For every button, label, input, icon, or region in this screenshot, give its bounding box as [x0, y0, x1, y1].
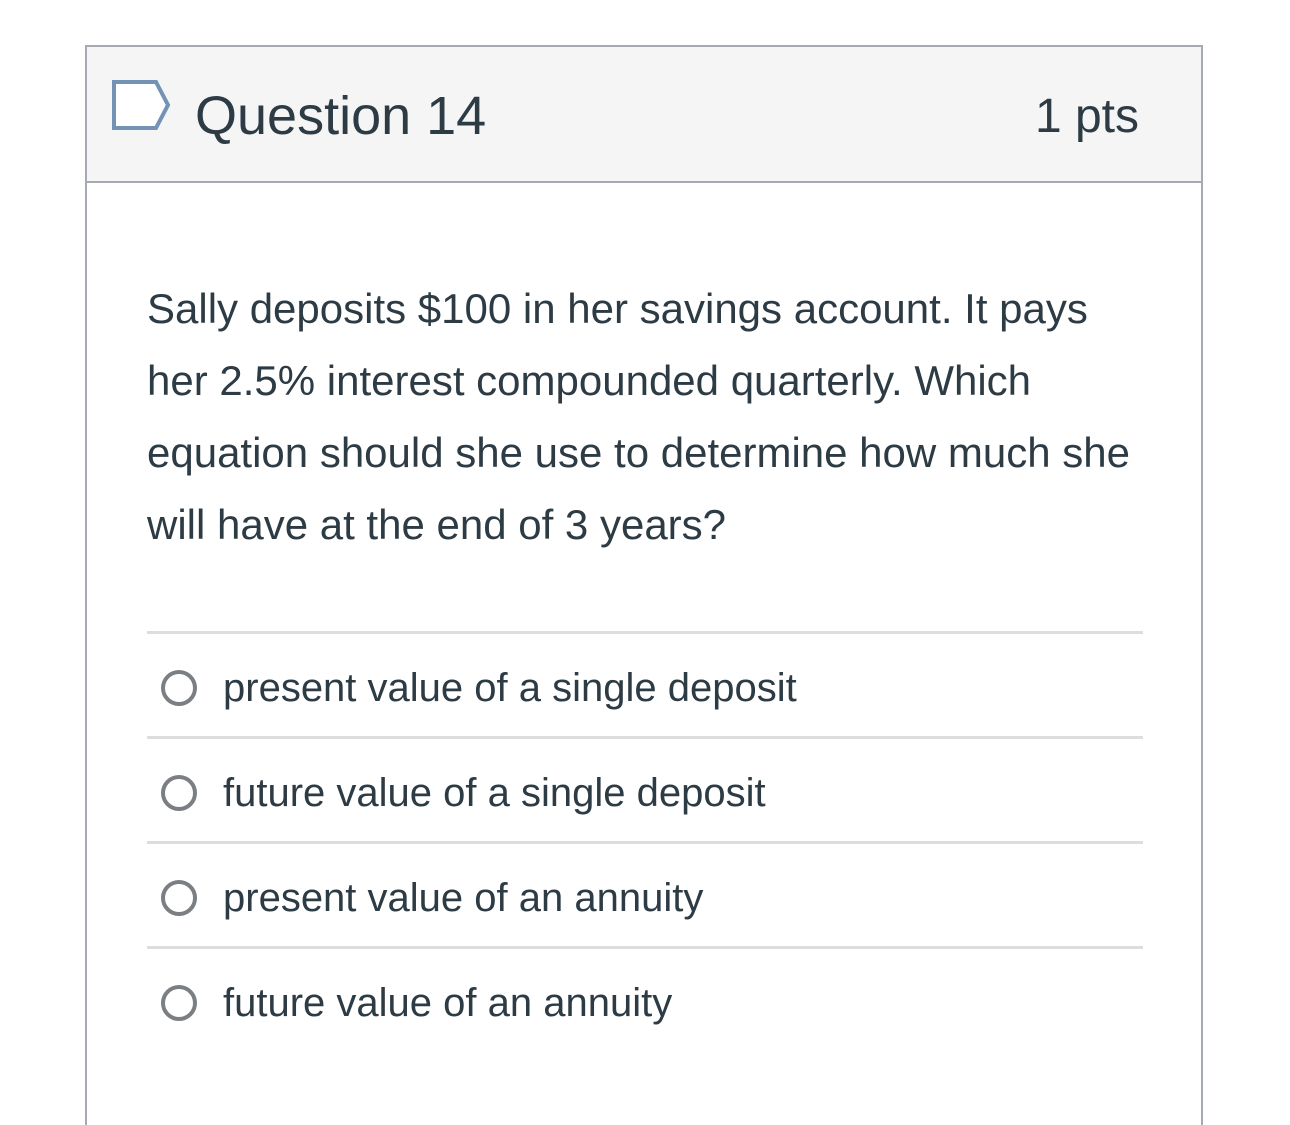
answer-label[interactable]: future value of an annuity	[223, 977, 672, 1029]
question-title: Question 14	[195, 86, 487, 146]
radio-button[interactable]	[161, 985, 197, 1021]
answer-option[interactable]: future value of an annuity	[147, 949, 1143, 1051]
question-header: Question 14 1 pts	[87, 47, 1201, 183]
radio-button[interactable]	[161, 880, 197, 916]
question-card: Question 14 1 pts Sally deposits $100 in…	[85, 45, 1203, 1125]
flag-question-icon[interactable]	[111, 79, 171, 131]
radio-button[interactable]	[161, 670, 197, 706]
answer-option[interactable]: present value of a single deposit	[147, 634, 1143, 739]
question-points: 1 pts	[1034, 90, 1139, 143]
answer-option[interactable]: present value of an annuity	[147, 844, 1143, 949]
answer-option[interactable]: future value of a single deposit	[147, 739, 1143, 844]
answer-label[interactable]: present value of an annuity	[223, 872, 703, 924]
radio-button[interactable]	[161, 775, 197, 811]
question-text: Sally deposits $100 in her savings accou…	[147, 285, 1130, 548]
answer-label[interactable]: present value of a single deposit	[223, 662, 797, 714]
answer-list: present value of a single deposit future…	[147, 631, 1143, 1051]
answer-label[interactable]: future value of a single deposit	[223, 767, 766, 819]
